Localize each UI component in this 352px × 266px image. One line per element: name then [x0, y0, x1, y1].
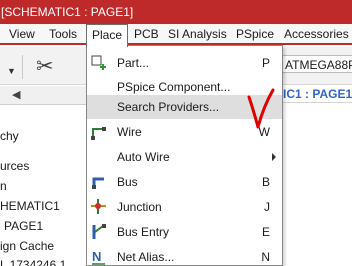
- shortcut-key: J: [264, 200, 270, 214]
- tree-item[interactable]: PAGE1: [4, 218, 43, 234]
- menu-item-label: Part...: [117, 56, 150, 70]
- shortcut-key: B: [261, 175, 270, 189]
- panel-tab-bar: ◀: [0, 86, 87, 105]
- menu-item-bus-entry[interactable]: Bus Entry E: [87, 220, 282, 244]
- bus-entry-icon: [90, 223, 107, 240]
- tree-item[interactable]: n: [0, 178, 7, 194]
- menu-place[interactable]: Place: [86, 24, 128, 47]
- menu-view[interactable]: View: [9, 24, 35, 45]
- menu-item-label: Net Alias...: [117, 250, 175, 264]
- project-panel: ◀ chy urces n HEMATIC1 PAGE1 ign Cache L…: [0, 86, 88, 266]
- document-tab[interactable]: IC1 : PAGE1)*: [280, 86, 352, 103]
- place-menu-dropdown: Part... P PSpice Component... Search Pro…: [86, 45, 283, 266]
- title-bar: [SCHEMATIC1 : PAGE1]: [0, 0, 352, 24]
- svg-text:N: N: [92, 249, 101, 264]
- part-combo[interactable]: ATMEGA88PA: [280, 55, 352, 73]
- shortcut-key: P: [261, 56, 270, 70]
- menu-item-label: Wire: [117, 125, 142, 139]
- menu-tools[interactable]: Tools: [49, 24, 77, 45]
- toolbar-separator: [22, 55, 23, 79]
- menu-pspice[interactable]: PSpice: [236, 24, 274, 45]
- menu-item-label: Search Providers...: [117, 100, 220, 114]
- toolbar-dropdown-icon[interactable]: ▼: [7, 66, 16, 76]
- tree-item[interactable]: ign Cache: [0, 238, 54, 254]
- menu-item-part[interactable]: Part... P: [87, 51, 282, 75]
- net-alias-icon: N: [90, 248, 107, 265]
- menu-accessories[interactable]: Accessories: [284, 24, 349, 45]
- menu-item-auto-wire[interactable]: Auto Wire: [87, 145, 282, 169]
- menu-si-analysis[interactable]: SI Analysis: [168, 24, 227, 45]
- part-icon: [90, 54, 107, 71]
- tree-item[interactable]: HEMATIC1: [0, 198, 60, 214]
- wire-icon: [90, 123, 107, 140]
- tree-item[interactable]: L 1734246 1: [0, 257, 66, 266]
- menu-item-label: Junction: [117, 200, 162, 214]
- menu-bar: View Tools Place PCB SI Analysis PSpice …: [0, 24, 352, 47]
- tree-item[interactable]: urces: [0, 158, 29, 174]
- schematic-canvas[interactable]: IC1 : PAGE1)*: [280, 86, 352, 266]
- shortcut-key: E: [261, 225, 270, 239]
- scroll-left-icon[interactable]: ◀: [12, 88, 20, 101]
- menu-item-label: Bus Entry: [117, 225, 170, 239]
- tree-item[interactable]: chy: [0, 128, 19, 144]
- menu-item-bus[interactable]: Bus B: [87, 170, 282, 194]
- junction-icon: [90, 198, 107, 215]
- red-checkmark-annotation: [247, 88, 275, 129]
- shortcut-key: N: [261, 250, 270, 264]
- menu-item-net-alias[interactable]: N Net Alias... N: [87, 245, 282, 266]
- bus-icon: [90, 173, 107, 190]
- menu-item-label: Auto Wire: [117, 150, 170, 164]
- menu-pcb[interactable]: PCB: [134, 24, 159, 45]
- menu-item-junction[interactable]: Junction J: [87, 195, 282, 219]
- menu-item-label: Bus: [117, 175, 138, 189]
- cut-icon[interactable]: ✂: [36, 55, 54, 79]
- submenu-arrow-icon: [272, 153, 276, 161]
